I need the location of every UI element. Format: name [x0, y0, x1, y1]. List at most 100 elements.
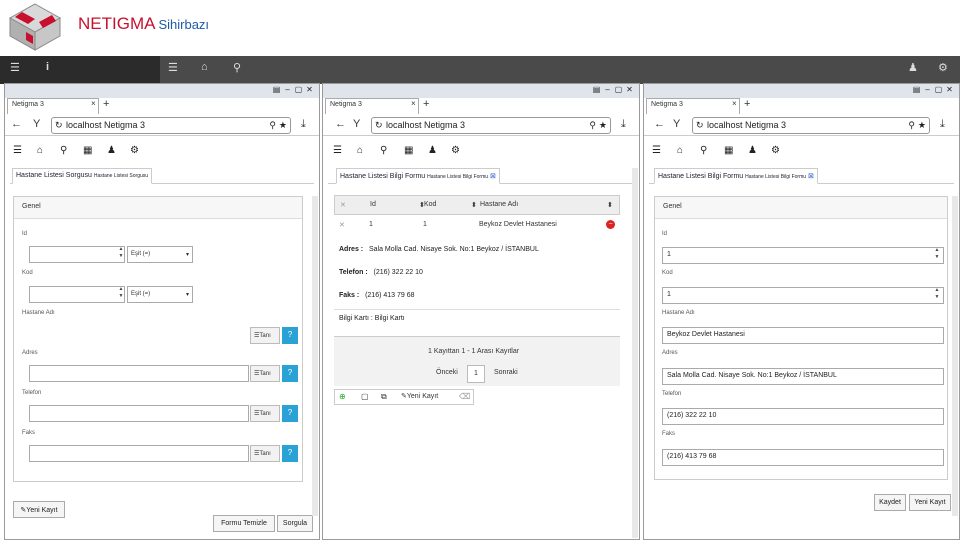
kod-input[interactable]: 1 — [662, 287, 944, 304]
tani-button[interactable]: ☰Tanı — [250, 365, 280, 382]
id-spinner[interactable]: ▲ ▼ — [933, 247, 941, 264]
window-menu-icon[interactable]: ▤ — [271, 85, 282, 94]
y-icon[interactable]: Y — [33, 118, 40, 130]
map-pin-icon[interactable]: ⚲ — [380, 145, 387, 156]
kod-spinner[interactable]: ▲ ▼ — [933, 287, 941, 304]
list-icon[interactable]: ☰ — [333, 145, 342, 156]
user-icon[interactable]: ♟ — [107, 145, 116, 156]
search-icon[interactable]: ⚲ — [269, 120, 276, 131]
star-icon[interactable]: ★ — [279, 120, 287, 131]
table-row[interactable]: ✕ 1 1 Beykoz Devlet Hastanesi − — [334, 216, 620, 236]
new-record-button[interactable]: ✎Yeni Kayıt — [401, 392, 438, 400]
new-tab-icon[interactable]: + — [423, 98, 429, 110]
tani-button[interactable]: ☰Tanı — [250, 327, 280, 344]
kod-spinner[interactable]: ▲ ▼ — [117, 286, 125, 303]
query-button[interactable]: Sorgula — [277, 515, 313, 532]
kod-operator-select[interactable]: Eşit (=) ▾ — [127, 286, 193, 303]
tab-hastane-listesi-bilgi-formu[interactable]: Hastane Listesi Bilgi Formu Hastane List… — [654, 168, 818, 184]
home-icon[interactable]: ⌂ — [37, 145, 43, 156]
tani-button[interactable]: ☰Tanı — [250, 445, 280, 462]
id-spinner[interactable]: ▲ ▼ — [117, 246, 125, 263]
info-icon[interactable]: i — [46, 61, 49, 73]
y-icon[interactable]: Y — [673, 118, 680, 130]
reload-icon[interactable]: ↻ — [696, 120, 704, 131]
minimize-icon[interactable]: – — [602, 85, 613, 94]
address-bar[interactable]: ↻ localhost Netigma 3 ⚲ ★ — [371, 117, 611, 134]
tab-hastane-listesi-sorgusu[interactable]: Hastane Listesi Sorgusu Hastane Listesi … — [12, 168, 153, 184]
gear-icon[interactable]: ⚙ — [130, 145, 139, 156]
layout-icon[interactable]: ▦ — [404, 145, 413, 156]
gear-icon[interactable]: ⚙ — [771, 145, 780, 156]
prev-page-link[interactable]: Önceki — [436, 369, 458, 376]
search-icon[interactable]: ⚲ — [908, 120, 915, 131]
home-icon[interactable]: ⌂ — [357, 145, 363, 156]
trash-icon[interactable]: ⌫ — [459, 392, 470, 401]
list-icon[interactable]: ☰ — [652, 145, 661, 156]
map-pin-icon[interactable]: ⚲ — [700, 145, 707, 156]
layout-icon[interactable]: ▦ — [83, 145, 92, 156]
maximize-icon[interactable]: ▢ — [293, 85, 304, 94]
column-header-hastane-adi[interactable]: Hastane Adı — [480, 201, 518, 208]
new-tab-icon[interactable]: + — [103, 98, 109, 110]
save-button[interactable]: Kaydet — [874, 494, 906, 511]
reload-icon[interactable]: ↻ — [55, 120, 63, 131]
row-select-icon[interactable]: ✕ — [339, 221, 345, 229]
select-all-icon[interactable]: ✕ — [340, 201, 346, 209]
help-button[interactable]: ? — [282, 365, 298, 382]
minimize-icon[interactable]: – — [282, 85, 293, 94]
new-record-button[interactable]: Yeni Kayıt — [909, 494, 951, 511]
y-icon[interactable]: Y — [353, 118, 360, 130]
back-icon[interactable]: ← — [11, 118, 22, 130]
list-icon[interactable]: ☰ — [168, 61, 178, 74]
faks-input[interactable]: (216) 413 79 68 — [662, 449, 944, 466]
telefon-input[interactable]: (216) 322 22 10 — [662, 408, 944, 425]
add-icon[interactable]: ⊕ — [339, 392, 346, 401]
new-record-button[interactable]: ✎Yeni Kayıt — [13, 501, 65, 518]
star-icon[interactable]: ★ — [918, 120, 926, 131]
help-button[interactable]: ? — [282, 445, 298, 462]
current-page[interactable]: 1 — [467, 365, 485, 383]
user-icon[interactable]: ♟ — [748, 145, 757, 156]
window-menu-icon[interactable]: ▤ — [591, 85, 602, 94]
address-bar[interactable]: ↻ localhost Netigma 3 ⚲ ★ — [692, 117, 930, 134]
delete-icon[interactable]: − — [606, 220, 615, 229]
clear-form-button[interactable]: Formu Temizle — [213, 515, 275, 532]
gear-icon[interactable]: ⚙ — [938, 61, 948, 74]
download-icon[interactable]: ⤓ — [940, 118, 945, 131]
help-button[interactable]: ? — [282, 405, 298, 422]
adres-input[interactable]: Sala Molla Cad. Nisaye Sok. No:1 Beykoz … — [662, 368, 944, 385]
maximize-icon[interactable]: ▢ — [613, 85, 624, 94]
minimize-icon[interactable]: – — [922, 85, 933, 94]
tab-close-icon[interactable]: ⊠ — [808, 173, 814, 180]
sort-icon[interactable]: ⬍ — [471, 201, 477, 209]
column-header-id[interactable]: Id — [370, 201, 376, 208]
close-icon[interactable]: ✕ — [944, 85, 955, 94]
tani-button[interactable]: ☰Tanı — [250, 405, 280, 422]
back-icon[interactable]: ← — [335, 118, 346, 130]
copy-icon[interactable]: ⧉ — [381, 392, 387, 402]
maximize-icon[interactable]: ▢ — [933, 85, 944, 94]
telefon-input[interactable] — [29, 405, 249, 422]
browser-tab[interactable]: Netigma 3 — [646, 98, 740, 114]
document-icon[interactable]: ▢ — [361, 392, 369, 401]
menu-icon[interactable]: ☰ — [10, 61, 20, 74]
new-tab-icon[interactable]: + — [744, 98, 750, 110]
search-icon[interactable]: ⚲ — [589, 120, 596, 131]
list-icon[interactable]: ☰ — [13, 145, 22, 156]
close-icon[interactable]: ✕ — [304, 85, 315, 94]
window-menu-icon[interactable]: ▤ — [911, 85, 922, 94]
tab-close-icon[interactable]: × — [91, 99, 96, 108]
home-icon[interactable]: ⌂ — [677, 145, 683, 156]
map-pin-icon[interactable]: ⚲ — [60, 145, 67, 156]
tab-close-icon[interactable]: × — [411, 99, 416, 108]
download-icon[interactable]: ⤓ — [301, 118, 306, 131]
star-icon[interactable]: ★ — [599, 120, 607, 131]
layout-icon[interactable]: ▦ — [724, 145, 733, 156]
column-header-kod[interactable]: Kod — [424, 201, 436, 208]
tab-close-icon[interactable]: ⊠ — [490, 173, 496, 180]
hastane-adi-input[interactable]: Beykoz Devlet Hastanesi — [662, 327, 944, 344]
help-button[interactable]: ? — [282, 327, 298, 344]
kod-input[interactable] — [29, 286, 125, 303]
home-icon[interactable]: ⌂ — [201, 61, 208, 73]
scrollbar[interactable] — [632, 168, 638, 538]
